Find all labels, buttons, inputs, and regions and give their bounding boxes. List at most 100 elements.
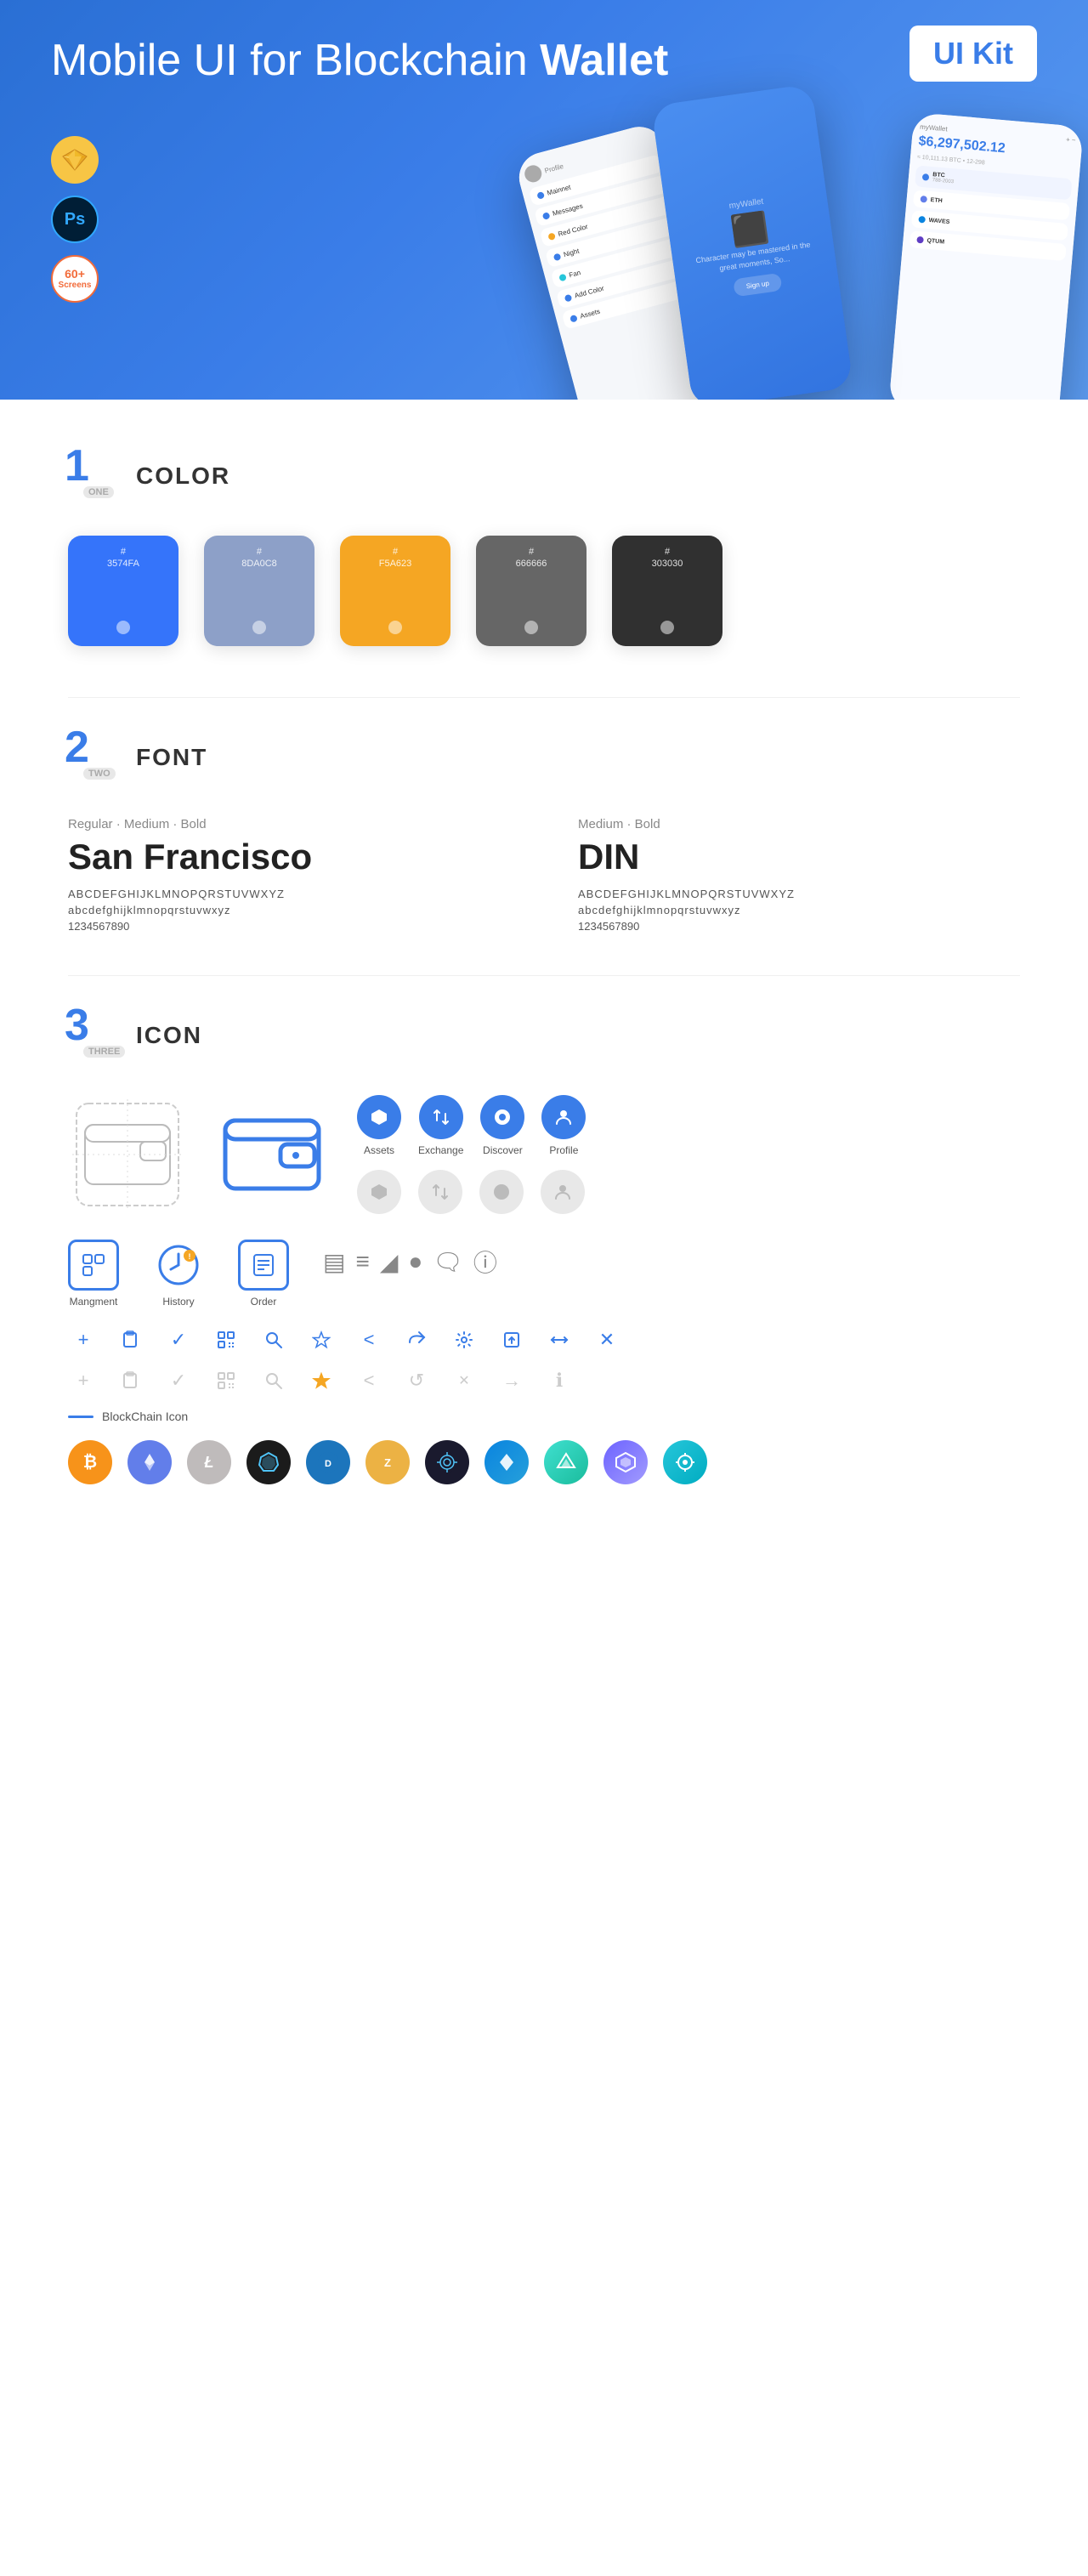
icon-section-header: 3 THREE ICON	[68, 1010, 1020, 1061]
color-section: 1 ONE COLOR #3574FA #8DA0C8 #F5A623 #666…	[68, 451, 1020, 646]
settings-svg	[455, 1331, 473, 1349]
export-icon	[496, 1325, 527, 1355]
nav-icon-assets: Assets	[357, 1095, 401, 1156]
eth-svg	[139, 1452, 160, 1472]
ltc-icon: Ł	[187, 1440, 231, 1484]
swap-icon	[544, 1325, 575, 1355]
hero-badges: Ps 60+ Screens	[51, 136, 99, 303]
nav-icon-exchange-gray	[418, 1170, 462, 1214]
order-label: Order	[251, 1296, 277, 1308]
settings-icon	[449, 1325, 479, 1355]
exchange-icon	[431, 1107, 451, 1127]
wallet-colored-svg	[212, 1095, 332, 1214]
font-section: 2 TWO FONT Regular · Medium · Bold San F…	[68, 732, 1020, 933]
sky-svg	[673, 1450, 697, 1474]
close-icon-gray: ✕	[449, 1365, 479, 1396]
verge-icon	[544, 1440, 588, 1484]
icon-section-title: ICON	[136, 1022, 202, 1049]
stack-icon: ≡	[355, 1248, 369, 1275]
back-icon-gray: <	[354, 1365, 384, 1396]
number-label-3: THREE	[83, 1046, 125, 1058]
section-number-2: 2 TWO	[68, 732, 119, 783]
profile-icon-gray	[552, 1182, 573, 1202]
screens-label: Screens	[59, 281, 92, 290]
phone-right: myWallet+ − $6,297,502.12 ≈ 10,111.13 BT…	[888, 112, 1084, 400]
swatch-orange: #F5A623	[340, 536, 450, 646]
sf-uppercase: ABCDEFGHIJKLMNOPQRSTUVWXYZ	[68, 888, 510, 900]
clipboard-icon	[116, 1325, 146, 1355]
swatch-blue: #3574FA	[68, 536, 178, 646]
ui-kit-badge: UI Kit	[910, 26, 1037, 82]
nav-icon-profile-gray	[541, 1170, 585, 1214]
ps-label: Ps	[65, 210, 85, 230]
discover-label: Discover	[483, 1144, 523, 1156]
assets-icon	[369, 1107, 389, 1127]
share-icon	[401, 1325, 432, 1355]
nav-icon-profile: Profile	[541, 1095, 586, 1156]
dash-icon: D	[306, 1440, 350, 1484]
plus-icon-gray: +	[68, 1365, 99, 1396]
undo-icon-gray: ↺	[401, 1365, 432, 1396]
plus-icon: +	[68, 1325, 99, 1355]
screens-badge: 60+ Screens	[51, 255, 99, 303]
nav-icon-exchange: Exchange	[418, 1095, 463, 1156]
management-label: Mangment	[70, 1296, 118, 1308]
waves-icon	[484, 1440, 529, 1484]
forward-icon-gray: →	[496, 1365, 527, 1396]
sf-lowercase: abcdefghijklmnopqrstuvwxyz	[68, 904, 510, 916]
info-icon: ⓘ	[473, 1245, 497, 1279]
assets-label: Assets	[364, 1144, 394, 1156]
history-icon-box: !	[153, 1240, 204, 1291]
svg-text:D: D	[325, 1459, 332, 1469]
phones-container: Profile Mainnet Messages Red Color Night…	[527, 43, 1088, 400]
hero-title: Mobile UI for Blockchain Wallet	[51, 34, 668, 87]
icon-colored	[212, 1095, 332, 1214]
color-section-header: 1 ONE COLOR	[68, 451, 1020, 502]
icon-history: ! History	[153, 1240, 204, 1308]
main-content: 1 ONE COLOR #3574FA #8DA0C8 #F5A623 #666…	[0, 400, 1088, 1578]
nem-icon	[246, 1440, 291, 1484]
poly-svg	[614, 1450, 638, 1474]
discover-icon	[492, 1107, 513, 1127]
back-icon: <	[354, 1325, 384, 1355]
order-icon-box	[238, 1240, 289, 1291]
grid-svg	[435, 1450, 459, 1474]
swatch-dark: #303030	[612, 536, 722, 646]
nav-icon-discover: Discover	[480, 1095, 524, 1156]
star-icon	[306, 1325, 337, 1355]
nem-svg	[257, 1450, 280, 1474]
history-icon-svg: !	[156, 1242, 201, 1288]
blockchain-line	[68, 1416, 94, 1418]
photoshop-badge: Ps	[51, 196, 99, 243]
clipboard-icon-gray	[116, 1365, 146, 1396]
history-label: History	[162, 1296, 194, 1308]
clipboard-svg	[122, 1331, 140, 1349]
star-icon-yellow	[306, 1365, 337, 1396]
din-font-name: DIN	[578, 837, 1020, 877]
exchange-label: Exchange	[418, 1144, 463, 1156]
nav-icons-group: Assets Exchange	[357, 1095, 586, 1214]
moon-icon: ◢	[380, 1248, 399, 1276]
icon-order: Order	[238, 1240, 289, 1308]
wallet-wireframe-svg	[68, 1095, 187, 1214]
profile-icon-circle	[541, 1095, 586, 1139]
swatch-dot-4	[524, 621, 538, 634]
share-svg	[407, 1331, 426, 1349]
din-lowercase: abcdefghijklmnopqrstuvwxyz	[578, 904, 1020, 916]
close-icon: ✕	[592, 1325, 622, 1355]
search-icon	[258, 1325, 289, 1355]
blockchain-label-row: BlockChain Icon	[68, 1410, 1020, 1423]
qr-svg	[217, 1331, 235, 1349]
number-label-2: TWO	[83, 768, 116, 780]
swatch-slate: #8DA0C8	[204, 536, 314, 646]
waves-svg	[495, 1450, 518, 1474]
font-col-sf: Regular · Medium · Bold San Francisco AB…	[68, 817, 510, 933]
search-icon-gray	[258, 1365, 289, 1396]
assets-icon-gray	[369, 1182, 389, 1202]
section-number-1: 1 ONE	[68, 451, 119, 502]
icon-wireframe	[68, 1095, 187, 1214]
info-icon-gray: ℹ	[544, 1365, 575, 1396]
exchange-icon-gray	[430, 1182, 450, 1202]
sketch-icon	[61, 148, 88, 172]
eth-icon	[128, 1440, 172, 1484]
